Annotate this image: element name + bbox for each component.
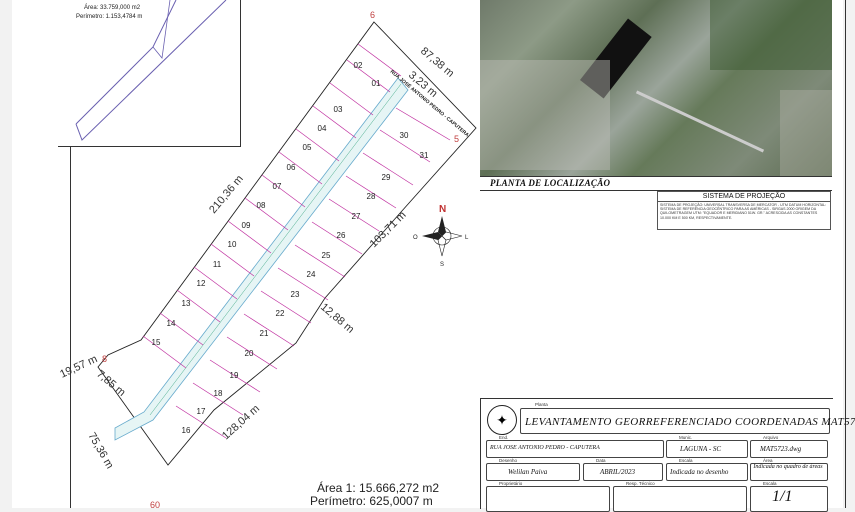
- lot-14: 14: [167, 319, 176, 328]
- site-plan: 02 03 04 05 06 07 08 09 10 11 12 13 14 1…: [58, 10, 477, 508]
- plant-title: LEVANTAMENTO GEORREFERENCIADO COORDENADA…: [525, 416, 855, 428]
- compass-o: O: [413, 235, 418, 241]
- lot-07: 07: [273, 182, 282, 191]
- lot-30: 30: [400, 131, 409, 140]
- address-label: End.: [498, 435, 510, 440]
- lot-21: 21: [260, 329, 269, 338]
- dim-left-small-a: 19,57 m: [58, 353, 99, 381]
- sheet-label: Escala: [762, 481, 778, 486]
- lot-08: 08: [257, 201, 266, 210]
- lot-02: 02: [354, 61, 363, 70]
- owner-box: [486, 486, 610, 512]
- area-value: Área 1: 15.666,272 m2: [317, 481, 440, 495]
- location-title: PLANTA DE LOCALIZAÇÃO: [490, 178, 611, 188]
- vertex-5: 5: [454, 134, 459, 144]
- owner-label: Proprietário: [498, 481, 524, 486]
- lot-26: 26: [337, 231, 346, 240]
- lot-04: 04: [318, 124, 327, 133]
- lot-18: 18: [214, 389, 223, 398]
- lot-17: 17: [197, 407, 206, 416]
- drawn-by-label: Desenho: [498, 458, 519, 463]
- projection-title: SISTEMA DE PROJEÇÃO: [658, 192, 830, 202]
- lot-28: 28: [367, 192, 376, 201]
- lot-15: 15: [152, 338, 161, 347]
- drawn-by-value: Welilan Paiva: [508, 468, 548, 476]
- lot-12: 12: [197, 279, 206, 288]
- lot-06: 06: [287, 163, 296, 172]
- compass-s: S: [440, 262, 444, 268]
- lot-23: 23: [291, 290, 300, 299]
- dim-left-small-b: 7,85 m: [94, 368, 127, 399]
- dim-right-small: 12,88 m: [318, 301, 356, 336]
- perimeter-value: Perímetro: 625,0007 m: [310, 494, 433, 508]
- company-logo: ✦: [487, 405, 517, 435]
- compass-rose: N S L O: [413, 204, 469, 268]
- plant-label: Planta: [534, 402, 549, 407]
- lot-22: 22: [276, 309, 285, 318]
- lot-20: 20: [245, 349, 254, 358]
- vertex-8: 8: [102, 354, 107, 364]
- lot-31: 31: [420, 151, 429, 160]
- area-label: Área: [762, 458, 774, 463]
- lot-13: 13: [182, 299, 191, 308]
- vertex-60: 60: [150, 500, 160, 508]
- lot-25: 25: [322, 251, 331, 260]
- dim-right: 103,71 m: [368, 209, 409, 250]
- lot-05: 05: [303, 143, 312, 152]
- projection-text: SISTEMA DE PROJEÇÃO: UNIVERSAL TRANSVERS…: [660, 203, 827, 220]
- file-label: Arquivo: [762, 435, 780, 440]
- lot-10: 10: [228, 240, 237, 249]
- sheet-value: 1/1: [772, 488, 793, 505]
- compass-l: L: [465, 235, 469, 241]
- dim-bottom: 128,04 m: [220, 403, 262, 443]
- lot-24: 24: [307, 270, 316, 279]
- date-value: ABRIL/2023: [600, 468, 635, 476]
- file-value: MAT5723.dwg: [760, 445, 802, 453]
- area-field-value: Indicada no quadro de áreas: [753, 464, 823, 470]
- address-value: RUA JOSE ANTONIO PEDRO - CAPUTERA: [490, 445, 600, 451]
- lot-01: 01: [372, 79, 381, 88]
- tech-label: Resp. Técnico: [625, 481, 656, 486]
- lot-29: 29: [382, 173, 391, 182]
- lot-19: 19: [230, 371, 239, 380]
- dim-left-long: 210,36 m: [207, 173, 246, 216]
- dim-top: 87,38 m: [418, 45, 456, 80]
- location-satellite-image: [480, 0, 832, 177]
- tech-box: [613, 486, 747, 512]
- lot-03: 03: [334, 105, 343, 114]
- municipality-value: LAGUNA - SC: [680, 445, 722, 453]
- dim-left-bottom: 75,36 m: [85, 431, 115, 471]
- municipality-label: Munic.: [678, 435, 694, 440]
- lot-09: 09: [242, 221, 251, 230]
- scale-value: Indicada no desenho: [670, 468, 729, 476]
- scale-label: Escala: [678, 458, 694, 463]
- date-label: Data: [595, 458, 607, 463]
- compass-n: N: [439, 204, 446, 215]
- lot-16: 16: [182, 426, 191, 435]
- projection-box: SISTEMA DE PROJEÇÃO SISTEMA DE PROJEÇÃO:…: [657, 191, 831, 230]
- vertex-6: 6: [370, 10, 375, 20]
- lot-11: 11: [213, 260, 222, 269]
- lot-27: 27: [352, 212, 361, 221]
